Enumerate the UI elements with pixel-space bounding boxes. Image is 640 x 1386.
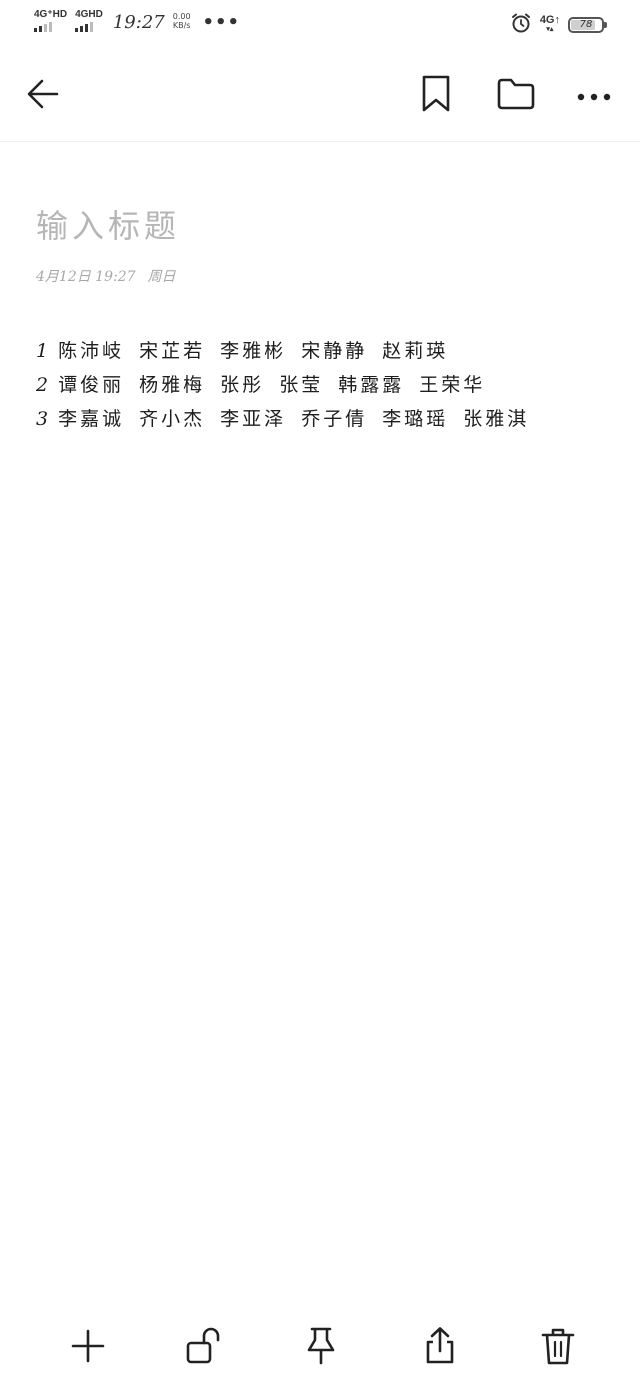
add-button[interactable]: [66, 1326, 110, 1370]
folder-icon: [496, 77, 536, 115]
battery-icon: 78: [568, 17, 607, 33]
network-label-1: 4G⁺HD: [34, 9, 68, 20]
status-bar: 4G⁺HD 4GHD 19:27 0.00 KB/s ••• 4G↑ ▾▴ 78: [0, 0, 640, 48]
signal-strength-icon: [75, 22, 94, 32]
pin-icon: [303, 1326, 339, 1370]
more-options-button[interactable]: [572, 74, 616, 118]
line-text: 李嘉诚 齐小杰 李亚泽 乔子倩 李璐瑶 张雅淇: [58, 408, 530, 430]
note-timestamp: 4月12日 19:27 周日: [36, 266, 176, 288]
line-number: 3: [36, 408, 49, 430]
bottom-toolbar: [0, 1316, 640, 1380]
battery-percent: 78: [579, 19, 593, 30]
line-text: 陈沛岐 宋芷若 李雅彬 宋静静 赵莉瑛: [58, 340, 449, 362]
status-right: 4G↑ ▾▴ 78: [510, 12, 607, 38]
network-speed-value: 0.00: [172, 12, 191, 21]
unlock-icon: [184, 1326, 224, 1370]
network-speed-unit: KB/s: [172, 21, 191, 30]
note-weekday: 周日: [147, 269, 176, 285]
note-date: 4月12日 19:27: [36, 269, 136, 285]
note-title-input[interactable]: 输入标题: [36, 200, 596, 252]
note-line: 3 李嘉诚 齐小杰 李亚泽 乔子倩 李璐瑶 张雅淇: [36, 402, 606, 436]
note-line: 2 谭俊丽 杨雅梅 张彤 张莹 韩露露 王荣华: [36, 368, 606, 402]
data-network-label: 4G↑: [539, 14, 560, 26]
unlock-button[interactable]: [182, 1326, 226, 1370]
add-icon: [70, 1328, 106, 1368]
back-arrow-icon: [25, 76, 61, 116]
data-network-indicator: 4G↑ ▾▴: [540, 15, 560, 35]
top-toolbar: [0, 56, 640, 140]
network-label-2: 4GHD: [75, 9, 103, 20]
pin-button[interactable]: [299, 1326, 343, 1370]
data-activity-icon: ▾▴: [546, 26, 554, 33]
bookmark-icon: [420, 75, 452, 117]
back-button[interactable]: [21, 74, 65, 118]
delete-icon: [540, 1326, 576, 1370]
share-icon: [422, 1326, 458, 1370]
folder-button[interactable]: [494, 74, 538, 118]
line-text: 谭俊丽 杨雅梅 张彤 张莹 韩露露 王荣华: [58, 374, 486, 396]
delete-button[interactable]: [536, 1326, 580, 1370]
status-time: 19:27: [112, 12, 165, 33]
alarm-icon: [510, 12, 532, 38]
note-body-editor[interactable]: 1 陈沛岐 宋芷若 李雅彬 宋静静 赵莉瑛 2 谭俊丽 杨雅梅 张彤 张莹 韩露…: [36, 334, 606, 436]
share-button[interactable]: [418, 1326, 462, 1370]
network-speed: 0.00 KB/s: [173, 12, 191, 30]
bookmark-button[interactable]: [414, 74, 458, 118]
more-horizontal-icon: [576, 87, 612, 106]
status-left: 4G⁺HD 4GHD 19:27 0.00 KB/s •••: [34, 10, 240, 36]
network-indicator-2: 4GHD: [75, 10, 103, 32]
toolbar-divider: [0, 141, 640, 142]
line-number: 1: [36, 340, 49, 362]
status-more-icon: •••: [202, 12, 241, 33]
network-indicator-1: 4G⁺HD: [34, 10, 67, 32]
note-line: 1 陈沛岐 宋芷若 李雅彬 宋静静 赵莉瑛: [36, 334, 606, 368]
signal-strength-icon: [34, 22, 52, 32]
line-number: 2: [36, 374, 49, 396]
